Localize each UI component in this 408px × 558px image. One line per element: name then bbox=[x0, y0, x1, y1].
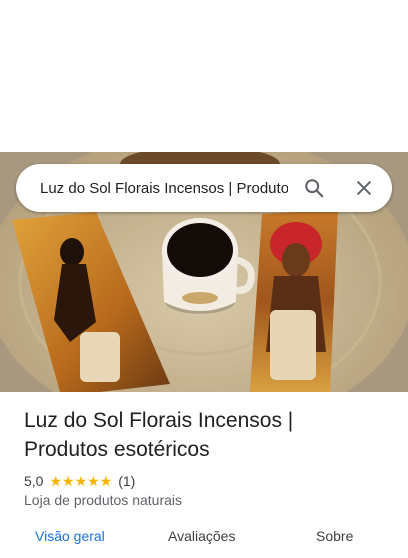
place-category[interactable]: Loja de produtos naturais bbox=[24, 492, 182, 508]
rating-row[interactable]: 5,0 ★★★★★ (1) bbox=[24, 471, 135, 491]
search-input[interactable] bbox=[40, 179, 288, 197]
search-icon bbox=[305, 179, 324, 198]
place-title: Luz do Sol Florais Incensos | Produtos e… bbox=[24, 406, 364, 464]
close-icon bbox=[357, 181, 371, 195]
tab-reviews[interactable]: Avaliações bbox=[168, 528, 235, 544]
close-button[interactable] bbox=[340, 164, 388, 212]
place-title-line1: Luz do Sol Florais Incensos | bbox=[24, 409, 294, 432]
search-bar[interactable] bbox=[16, 164, 392, 212]
review-count[interactable]: (1) bbox=[118, 473, 135, 489]
tab-bar: Visão geral Avaliações Sobre bbox=[0, 528, 408, 558]
place-title-line2: Produtos esotéricos bbox=[24, 438, 210, 461]
tab-overview[interactable]: Visão geral bbox=[35, 528, 105, 544]
search-button[interactable] bbox=[290, 164, 338, 212]
rating-value: 5,0 bbox=[24, 473, 44, 489]
star-rating-icon: ★★★★★ bbox=[49, 472, 113, 489]
tab-about[interactable]: Sobre bbox=[316, 528, 353, 544]
